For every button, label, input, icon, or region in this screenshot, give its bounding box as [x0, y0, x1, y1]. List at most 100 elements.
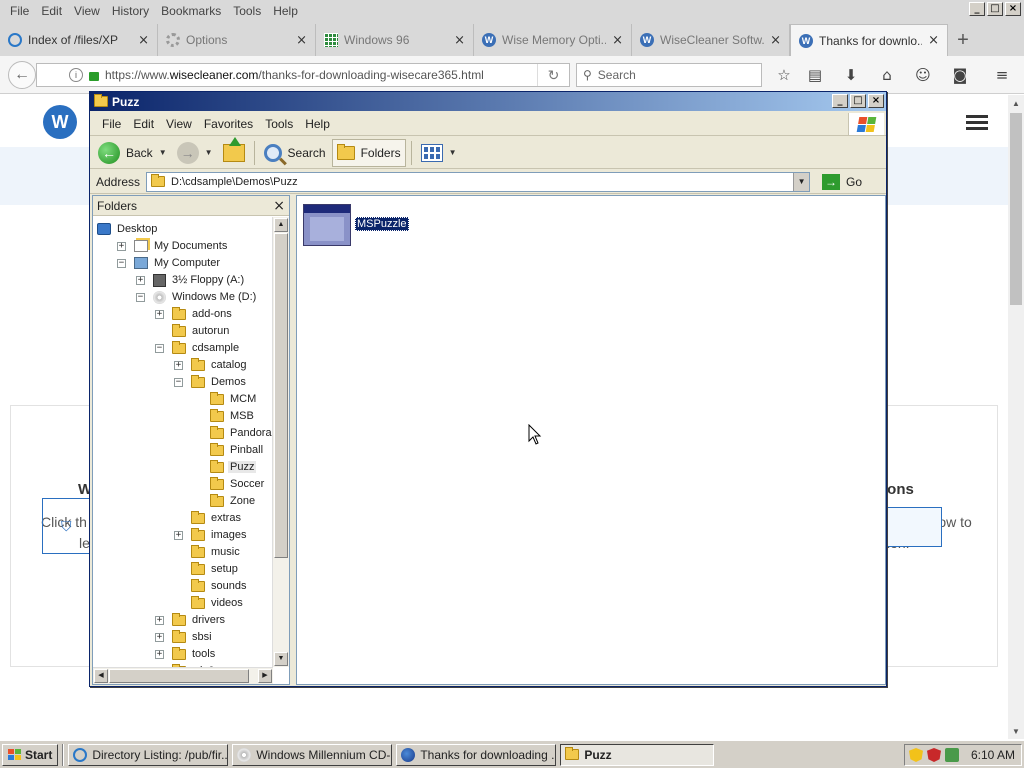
- page-scrollbar[interactable]: ▲ ▼: [1008, 95, 1024, 739]
- menu-tools[interactable]: Tools: [227, 4, 267, 18]
- menu-tools[interactable]: Tools: [259, 117, 299, 131]
- tree-item-msb[interactable]: MSB: [210, 408, 256, 424]
- tree-item-pinball[interactable]: Pinball: [210, 442, 265, 458]
- tree-vertical-scrollbar[interactable]: ▲ ▼: [272, 217, 289, 667]
- close-tab-icon[interactable]: ×: [454, 33, 465, 48]
- close-button[interactable]: ×: [868, 94, 884, 108]
- search-field[interactable]: ⚲ Search: [576, 63, 762, 87]
- minimize-button[interactable]: _: [832, 94, 848, 108]
- folders-button[interactable]: Folders: [331, 138, 406, 167]
- scroll-left-icon[interactable]: ◀: [94, 669, 108, 683]
- collapse-icon[interactable]: −: [155, 343, 164, 353]
- go-button[interactable]: → Go: [816, 173, 862, 190]
- tree-item-cdsample[interactable]: − cdsample: [155, 340, 241, 356]
- forward-button[interactable]: → ▼: [173, 139, 217, 167]
- tree-item-setup[interactable]: setup: [191, 561, 240, 577]
- tree-horizontal-scrollbar[interactable]: ◀ ▶: [93, 667, 273, 684]
- tree-item-my-computer[interactable]: − My Computer: [117, 255, 222, 271]
- tree-item-desktop[interactable]: Desktop: [97, 221, 159, 237]
- expand-icon[interactable]: +: [155, 632, 164, 642]
- menu-file[interactable]: File: [96, 117, 127, 131]
- tree-item-sbsi[interactable]: + sbsi: [155, 629, 214, 645]
- tree-item-extras[interactable]: extras: [191, 510, 243, 526]
- expand-icon[interactable]: +: [155, 309, 164, 319]
- taskbar-item-windows-millennium[interactable]: Windows Millennium CD-...: [232, 743, 393, 766]
- expand-icon[interactable]: +: [155, 649, 164, 659]
- collapse-icon[interactable]: −: [136, 292, 145, 302]
- tree-item-tools[interactable]: + tools: [155, 646, 217, 662]
- tree-item-windows-me-d[interactable]: − Windows Me (D:): [136, 289, 258, 305]
- views-button[interactable]: ▼: [417, 139, 461, 167]
- address-field[interactable]: D:\cdsample\Demos\Puzz ▼: [146, 171, 811, 192]
- menu-bookmarks[interactable]: Bookmarks: [155, 4, 227, 18]
- scroll-down-icon[interactable]: ▼: [274, 652, 288, 666]
- tab-windows-96[interactable]: Windows 96 ×: [316, 24, 474, 56]
- explorer-titlebar[interactable]: Puzz _ □ ×: [90, 92, 886, 111]
- menu-edit[interactable]: Edit: [127, 117, 160, 131]
- scrollbar-thumb[interactable]: [1010, 113, 1022, 305]
- close-tab-icon[interactable]: ×: [928, 33, 939, 48]
- taskbar-item-puzz[interactable]: Puzz: [560, 743, 715, 766]
- tree-item-mcm[interactable]: MCM: [210, 391, 258, 407]
- menu-help[interactable]: Help: [299, 117, 336, 131]
- file-list[interactable]: MSPuzzle: [296, 195, 886, 685]
- tree-item-puzz[interactable]: Puzz: [210, 459, 257, 475]
- tree-item-catalog[interactable]: + catalog: [174, 357, 248, 373]
- menu-help[interactable]: Help: [267, 4, 304, 18]
- tab-options[interactable]: Options ×: [158, 24, 316, 56]
- alert-shield-icon[interactable]: [927, 748, 941, 762]
- minimize-button[interactable]: _: [969, 2, 985, 16]
- expand-icon[interactable]: +: [117, 241, 126, 251]
- wisecleaner-logo[interactable]: W: [43, 105, 77, 139]
- network-icon[interactable]: [945, 748, 959, 762]
- chat-icon[interactable]: ☺: [914, 66, 932, 84]
- expand-icon[interactable]: +: [136, 275, 145, 285]
- scroll-up-icon[interactable]: ▲: [274, 218, 288, 232]
- tree-item-images[interactable]: + images: [174, 527, 248, 543]
- info-icon[interactable]: i: [69, 68, 83, 82]
- expand-icon[interactable]: +: [155, 615, 164, 625]
- downloads-icon[interactable]: ⬇: [842, 66, 860, 84]
- scrollbar-thumb[interactable]: [109, 669, 249, 683]
- download-box[interactable]: [886, 507, 942, 547]
- start-button[interactable]: Start: [2, 743, 59, 766]
- dropdown-caret-icon[interactable]: ▼: [159, 148, 167, 157]
- dropdown-caret-icon[interactable]: ▼: [449, 148, 457, 157]
- tree-item-3-floppy-a[interactable]: +3½ Floppy (A:): [136, 272, 246, 288]
- tree-item-music[interactable]: music: [191, 544, 242, 560]
- taskbar-item-firefox[interactable]: Thanks for downloading ...: [396, 743, 557, 766]
- home-icon[interactable]: ⌂: [878, 66, 896, 84]
- collapse-icon[interactable]: −: [174, 377, 183, 387]
- menu-view[interactable]: View: [160, 117, 198, 131]
- security-shield-icon[interactable]: [909, 748, 923, 762]
- reload-icon[interactable]: ↻: [537, 64, 569, 86]
- menu-edit[interactable]: Edit: [35, 4, 68, 18]
- new-tab-button[interactable]: +: [948, 24, 978, 56]
- bookmark-star-icon[interactable]: ☆: [775, 66, 793, 84]
- close-tab-icon[interactable]: ×: [612, 33, 623, 48]
- tree-item-zone[interactable]: Zone: [210, 493, 257, 509]
- tree-item-sounds[interactable]: sounds: [191, 578, 248, 594]
- up-folder-button[interactable]: [219, 136, 249, 167]
- tab-thanks-for-downloading[interactable]: W Thanks for downlo... ×: [790, 24, 948, 56]
- maximize-button[interactable]: □: [850, 94, 866, 108]
- tab-wisecleaner-software[interactable]: W WiseCleaner Softw... ×: [632, 24, 790, 56]
- site-menu-icon[interactable]: [966, 115, 988, 133]
- close-tab-icon[interactable]: ×: [138, 33, 149, 48]
- tree-item-soccer[interactable]: Soccer: [210, 476, 266, 492]
- tree-item-demos[interactable]: − Demos: [174, 374, 248, 390]
- dropdown-arrow-icon[interactable]: ▼: [793, 172, 810, 191]
- tree-item-add-ons[interactable]: + add-ons: [155, 306, 234, 322]
- tree-item-pandora[interactable]: Pandora: [210, 425, 273, 441]
- clock[interactable]: 6:10 AM: [971, 748, 1021, 762]
- close-button[interactable]: ×: [1005, 2, 1021, 16]
- taskbar-item-directory-listing[interactable]: Directory Listing: /pub/fir...: [68, 743, 229, 766]
- menu-history[interactable]: History: [106, 4, 155, 18]
- search-button[interactable]: Search: [260, 139, 330, 167]
- reading-list-icon[interactable]: ▤: [806, 66, 824, 84]
- file-item-mspuzzle[interactable]: MSPuzzle: [303, 204, 409, 246]
- menu-file[interactable]: File: [4, 4, 35, 18]
- close-tab-icon[interactable]: ×: [770, 33, 781, 48]
- close-pane-icon[interactable]: ×: [273, 198, 285, 214]
- expand-icon[interactable]: +: [174, 530, 183, 540]
